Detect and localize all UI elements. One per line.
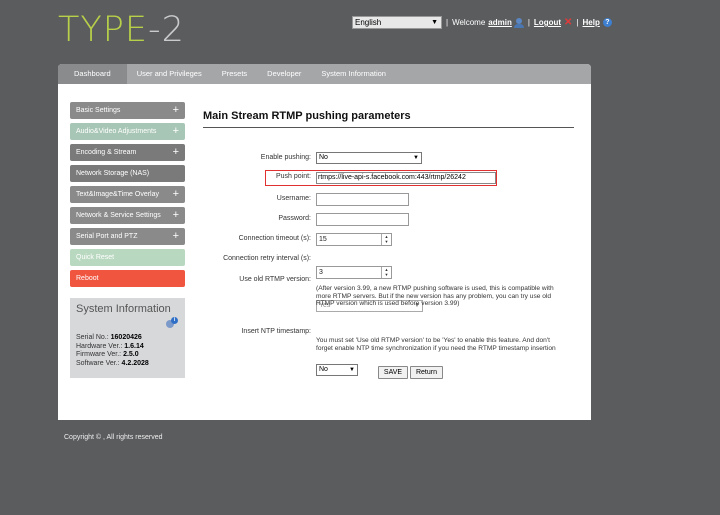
sidebar-item-text-image-overlay[interactable]: Text&Image&Time Overlay + (70, 186, 185, 203)
push-point-input[interactable]: rtmps://live-api-s.facebook.com:443/rtmp… (316, 172, 496, 184)
plus-icon: + (172, 230, 179, 242)
plus-icon: + (172, 188, 179, 200)
save-button[interactable]: SAVE (378, 366, 408, 379)
system-info-box: System Information i Serial No.: 1602042… (70, 298, 185, 378)
sidebar-item-serial-ptz[interactable]: Serial Port and PTZ + (70, 228, 185, 245)
firmware-value: 2.5.0 (123, 351, 139, 358)
system-info-rows: Serial No.: 16020426 Hardware Ver.: 1.6.… (76, 334, 149, 368)
password-input[interactable] (316, 213, 409, 226)
sidebar-item-encoding-stream[interactable]: Encoding & Stream + (70, 144, 185, 161)
separator: | (527, 18, 530, 27)
password-label: Password: (278, 215, 311, 222)
old-rtmp-note: (After version 3.99, a new RTMP pushing … (316, 285, 554, 308)
sidebar-item-network-storage[interactable]: Network Storage (NAS) (70, 165, 185, 182)
copyright: Copyright © , All rights reserved (64, 434, 163, 441)
timeout-value: 15 (319, 236, 327, 243)
retry-value: 3 (319, 269, 323, 276)
main-nav: Dashboard User and Privileges Presets De… (58, 64, 591, 84)
sidebar-item-label: Text&Image&Time Overlay (76, 191, 159, 198)
sidebar-item-label: Quick Reset (76, 254, 115, 261)
help-link[interactable]: Help (583, 18, 600, 27)
info-icon: i (166, 317, 178, 329)
plus-icon: + (172, 209, 179, 221)
ntp-label: Insert NTP timestamp: (241, 328, 311, 335)
push-point-label: Push point: (275, 173, 311, 180)
ntp-note: You must set 'Use old RTMP version' to b… (316, 337, 556, 352)
plus-icon: + (172, 146, 179, 158)
tab-system-information[interactable]: System Information (311, 64, 396, 84)
sidebar-item-label: Network Storage (NAS) (76, 170, 150, 177)
topbar: English ▼ | Welcome admin | Logout ✕ | H… (352, 16, 612, 29)
enable-pushing-label: Enable pushing: (260, 154, 311, 161)
sidebar-item-network-service[interactable]: Network & Service Settings + (70, 207, 185, 224)
sidebar-item-quick-reset[interactable]: Quick Reset (70, 249, 185, 266)
chevron-down-icon: ▼ (349, 367, 355, 373)
software-value: 4.2.2028 (121, 359, 149, 367)
sidebar-item-label: Encoding & Stream (76, 149, 137, 156)
timeout-stepper[interactable]: 15 ▲ ▼ (316, 233, 392, 246)
tab-user-and-privileges[interactable]: User and Privileges (127, 64, 212, 84)
username-label: Username: (276, 195, 311, 202)
user-icon (513, 17, 524, 28)
sidebar-item-label: Basic Settings (76, 107, 121, 114)
sidebar-item-label: Network & Service Settings (76, 212, 161, 219)
language-value: English (355, 18, 382, 27)
stepper-arrows-icon[interactable]: ▲ ▼ (381, 267, 391, 278)
sidebar-item-label: Reboot (76, 275, 99, 282)
page-title: Main Stream RTMP pushing parameters (203, 110, 574, 128)
firmware-label: Firmware Ver.: (76, 351, 122, 358)
sidebar-item-basic-settings[interactable]: Basic Settings + (70, 102, 185, 119)
content-area: Main Stream RTMP pushing parameters Enab… (203, 110, 574, 379)
help-icon[interactable]: ? (602, 18, 612, 27)
sidebar-item-audio-video[interactable]: Audio&Video Adjustments + (70, 123, 185, 140)
serial-label: Serial No.: (76, 334, 109, 341)
sidebar-item-label: Audio&Video Adjustments (76, 128, 157, 135)
enable-pushing-select[interactable]: No ▼ (316, 152, 422, 164)
sidebar: Basic Settings + Audio&Video Adjustments… (70, 102, 185, 378)
tab-presets[interactable]: Presets (212, 64, 257, 84)
sidebar-item-label: Serial Port and PTZ (76, 233, 138, 240)
username-input[interactable] (316, 193, 409, 206)
close-icon[interactable]: ✕ (564, 17, 572, 28)
logout-link[interactable]: Logout (534, 18, 561, 27)
separator: | (576, 18, 579, 27)
rtmp-form: Enable pushing: No ▼ Push point: rtmps://… (203, 152, 574, 379)
logo: TYPE-2 (58, 10, 185, 50)
hardware-value: 1.6.14 (124, 342, 144, 350)
retry-label: Connection retry interval (s): (223, 255, 311, 262)
main-panel: Dashboard User and Privileges Presets De… (58, 64, 591, 420)
old-rtmp-label: Use old RTMP version: (239, 276, 311, 283)
language-select[interactable]: English ▼ (352, 16, 442, 29)
enable-pushing-value: No (319, 154, 328, 161)
serial-value: 16020426 (110, 334, 142, 341)
logo-part-1: TYPE (58, 10, 148, 50)
tab-developer[interactable]: Developer (257, 64, 311, 84)
stepper-arrows-icon[interactable]: ▲ ▼ (381, 234, 391, 245)
return-button[interactable]: Return (410, 366, 443, 379)
plus-icon: + (172, 125, 179, 137)
tab-dashboard[interactable]: Dashboard (58, 64, 127, 84)
plus-icon: + (172, 104, 179, 116)
welcome-text: Welcome (452, 18, 486, 27)
chevron-down-icon: ▼ (413, 155, 419, 161)
chevron-down-icon: ▼ (431, 19, 438, 26)
retry-stepper[interactable]: 3 ▲ ▼ (316, 266, 392, 279)
timeout-label: Connection timeout (s): (238, 235, 311, 242)
separator: | (446, 18, 449, 27)
system-info-title: System Information (76, 303, 171, 315)
hardware-label: Hardware Ver.: (76, 342, 123, 350)
logo-part-2: -2 (147, 10, 185, 50)
software-label: Software Ver.: (76, 359, 120, 367)
sidebar-item-reboot[interactable]: Reboot (70, 270, 185, 287)
ntp-select[interactable]: No ▼ (316, 364, 358, 376)
user-link[interactable]: admin (488, 18, 512, 27)
ntp-value: No (319, 366, 328, 373)
